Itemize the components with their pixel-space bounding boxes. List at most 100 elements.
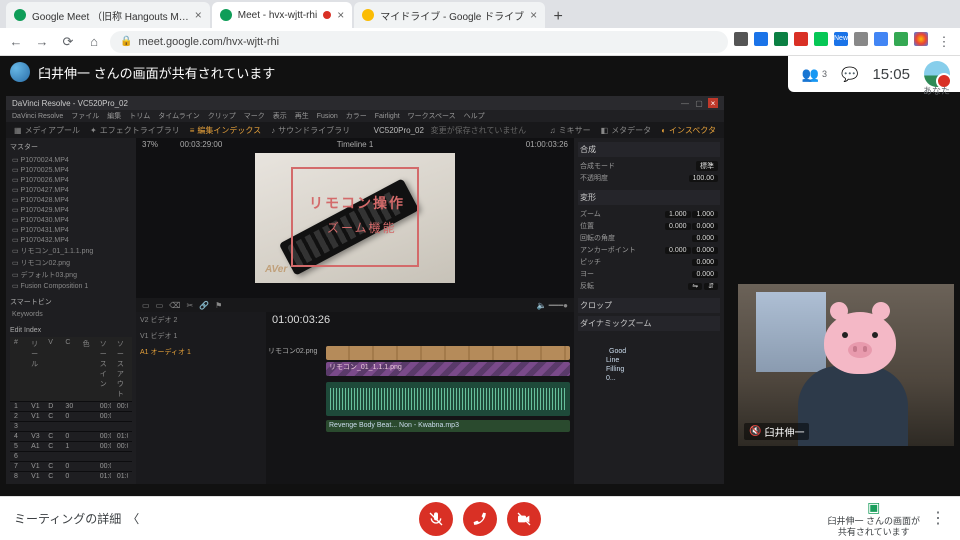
tool-icon[interactable]: ▭ xyxy=(156,301,164,310)
clip-item[interactable]: ▭ P1070026.MP4 xyxy=(10,175,132,185)
hangup-button[interactable] xyxy=(463,502,497,536)
back-button[interactable]: ← xyxy=(6,32,26,52)
opacity-input[interactable]: 100.00 xyxy=(689,175,718,182)
tool-icon[interactable]: ⌫ xyxy=(169,301,180,310)
master-bin[interactable]: マスター xyxy=(10,142,132,152)
index-row[interactable]: 8V1C001:00:14:2301:00:14:23 xyxy=(10,471,132,481)
inspector-section[interactable]: 合成 xyxy=(578,142,720,157)
menu-item[interactable]: 編集 xyxy=(107,111,121,121)
profile-icon[interactable] xyxy=(914,32,928,46)
more-options-button[interactable]: ⋮ xyxy=(930,508,946,528)
mic-button[interactable] xyxy=(419,502,453,536)
menu-item[interactable]: カラー xyxy=(346,111,367,121)
tab-index[interactable]: ≡ 編集インデックス xyxy=(190,125,261,136)
tab-effects[interactable]: ✦ エフェクトライブラリ xyxy=(90,125,180,136)
inspector-section[interactable]: 変形 xyxy=(578,190,720,205)
index-row[interactable]: 5A1C100:00:03:0100:00:03:01 xyxy=(10,441,132,451)
url-input[interactable]: 🔒 meet.google.com/hvx-wjtt-rhi xyxy=(110,31,728,53)
tab-mixer[interactable]: ♫ ミキサー xyxy=(550,125,591,136)
index-row[interactable]: 7V1C000:00:11:11 xyxy=(10,461,132,471)
tool-icon[interactable]: 🔗 xyxy=(199,301,209,310)
menu-item[interactable]: ファイル xyxy=(71,111,99,121)
tool-icon[interactable]: ⚑ xyxy=(215,301,222,310)
menu-item[interactable]: 再生 xyxy=(295,111,309,121)
tab-0[interactable]: Google Meet （旧称 Hangouts M… × xyxy=(6,2,210,28)
presenting-indicator[interactable]: ▣ 臼井伸一 さんの画面が 共有されています xyxy=(827,499,920,537)
reload-button[interactable]: ⟳ xyxy=(58,32,78,52)
video-clip[interactable] xyxy=(326,346,570,360)
menu-item[interactable]: Fairlight xyxy=(375,113,400,120)
clip-item[interactable]: ▭ P1070025.MP4 xyxy=(10,165,132,175)
tab-inspector[interactable]: ◐ インスペクタ xyxy=(661,125,716,136)
inspector-section[interactable]: クロップ xyxy=(578,298,720,313)
forward-button[interactable]: → xyxy=(32,32,52,52)
minimize-icon[interactable]: — xyxy=(680,98,690,108)
tab-media[interactable]: ▦ メディアプール xyxy=(14,125,80,136)
index-row[interactable]: 1V1D3000:00:00:0000:00:00:00 xyxy=(10,401,132,411)
ext-icon[interactable] xyxy=(774,32,788,46)
index-row[interactable]: 2V1C000:00:00:00 xyxy=(10,411,132,421)
ext-icon[interactable] xyxy=(894,32,908,46)
tab-sound[interactable]: ♪ サウンドライブラリ xyxy=(271,125,350,136)
menu-item[interactable]: タイムライン xyxy=(158,111,200,121)
clip-item[interactable]: ▭ P1070430.MP4 xyxy=(10,215,132,225)
menu-item[interactable]: トリム xyxy=(129,111,150,121)
close-icon[interactable]: × xyxy=(708,98,718,108)
audio-clip[interactable] xyxy=(326,382,570,416)
timeline-toolbar[interactable]: ▭▭ ⌫✂ 🔗⚑ 🔈 ━━━● xyxy=(136,298,574,312)
menu-item[interactable]: クリップ xyxy=(208,111,236,121)
clip-item[interactable]: ▭ P1070431.MP4 xyxy=(10,225,132,235)
menu-item[interactable]: マーク xyxy=(244,111,265,121)
clip-item[interactable]: ▭ P1070432.MP4 xyxy=(10,235,132,245)
ext-new-icon[interactable]: New xyxy=(834,32,848,46)
menu-item[interactable]: 表示 xyxy=(273,111,287,121)
keywords-bin[interactable]: Keywords xyxy=(10,310,132,319)
new-tab-button[interactable]: + xyxy=(547,6,569,28)
smartbin-label[interactable]: スマートビン xyxy=(10,297,132,307)
timeline[interactable]: V2 ビデオ 2 V1 ビデオ 1 A1 オーディオ 1 01:00:03:26… xyxy=(136,312,574,484)
index-row[interactable]: 4V3C000:00:00:1801:00:03:18 xyxy=(10,431,132,441)
clip-item[interactable]: ▭ リモコン_01_1.1.1.png xyxy=(10,245,132,257)
chat-button[interactable]: 💬 xyxy=(841,66,858,83)
people-button[interactable]: 👥3 xyxy=(802,66,827,83)
ext-icon[interactable] xyxy=(854,32,868,46)
close-icon[interactable]: × xyxy=(195,8,202,22)
source-viewer[interactable]: 37% 00:03:29:00 01:00:03:26 Timeline 1 リ… xyxy=(136,138,574,298)
tab-2[interactable]: マイドライブ - Google ドライブ × xyxy=(354,2,545,28)
composite-mode[interactable]: 標準 xyxy=(696,161,718,171)
menu-item[interactable]: ワークスペース xyxy=(408,111,456,121)
tool-icon[interactable]: ✂ xyxy=(186,301,193,310)
menu-item[interactable]: ヘルプ xyxy=(464,111,485,121)
menu-item[interactable]: DaVinci Resolve xyxy=(12,113,63,120)
clip-item[interactable]: ▭ リモコン02.png xyxy=(10,257,132,269)
video-clip[interactable]: リモコン_01_1.1.1.png xyxy=(326,362,570,376)
clip-item[interactable]: ▭ デフォルト03.png xyxy=(10,269,132,281)
tab-1[interactable]: Meet - hvx-wjtt-rhi × xyxy=(212,2,352,28)
tab-metadata[interactable]: ◧ メタデータ xyxy=(601,125,652,136)
clip-item[interactable]: ▭ P1070428.MP4 xyxy=(10,195,132,205)
menu-item[interactable]: Fusion xyxy=(317,113,338,120)
close-icon[interactable]: × xyxy=(530,8,537,22)
index-row[interactable]: 6 xyxy=(10,451,132,461)
menu-icon[interactable]: ⋮ xyxy=(934,32,954,52)
index-row[interactable]: 3 xyxy=(10,421,132,431)
clip-item[interactable]: ▭ P1070024.MP4 xyxy=(10,155,132,165)
home-button[interactable]: ⌂ xyxy=(84,32,104,52)
audio-clip[interactable]: Revenge Body Beat... Non - Kwabna.mp3 xyxy=(326,420,570,432)
ext-icon[interactable] xyxy=(794,32,808,46)
inspector-section[interactable]: ダイナミックズーム xyxy=(578,316,720,331)
ext-icon[interactable] xyxy=(754,32,768,46)
line-ext-icon[interactable] xyxy=(814,32,828,46)
davinci-menubar[interactable]: DaVinci Resolve ファイル編集トリムタイムラインクリップマーク表示再… xyxy=(6,110,724,122)
tool-icon[interactable]: ▭ xyxy=(142,301,150,310)
clip-item[interactable]: ▭ P1070429.MP4 xyxy=(10,205,132,215)
ext-icon[interactable] xyxy=(734,32,748,46)
clip-item[interactable]: ▭ P1070427.MP4 xyxy=(10,185,132,195)
meeting-details-button[interactable]: ミーティングの詳細 〈 xyxy=(14,510,139,527)
camera-button[interactable] xyxy=(507,502,541,536)
maximize-icon[interactable]: ▢ xyxy=(694,98,704,108)
participant-tile[interactable]: 🔇 臼井伸一 xyxy=(738,284,954,446)
clip-item[interactable]: ▭ Fusion Composition 1 xyxy=(10,281,132,291)
close-icon[interactable]: × xyxy=(337,8,344,22)
ext-icon[interactable] xyxy=(874,32,888,46)
